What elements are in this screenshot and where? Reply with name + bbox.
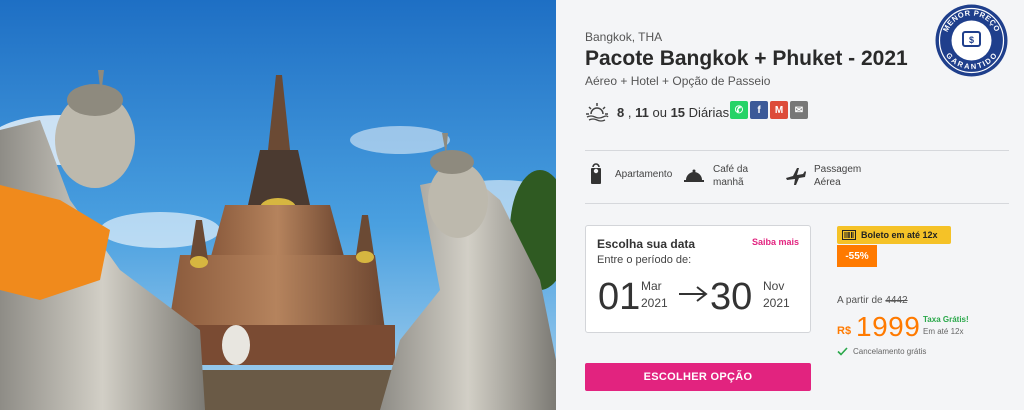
start-year: 2021 [641,296,668,310]
start-month: Mar [641,279,662,293]
whatsapp-share-icon[interactable]: ✆ [730,101,748,119]
installments-label: Em até 12x [923,327,964,336]
date-picker-box[interactable]: Escolha sua data Saiba mais Entre o perí… [585,225,811,333]
current-price: 1999 [856,311,921,342]
facebook-share-icon[interactable]: f [750,101,768,119]
cloche-icon [684,169,704,182]
free-cancellation: Cancelamento grátis [837,347,926,356]
share-buttons: ✆ f M ✉ [730,101,808,119]
package-title[interactable]: Pacote Bangkok + Phuket - 2021 [585,47,908,71]
arrow-right-icon [679,286,708,302]
old-price: 4442 [885,295,908,306]
barcode-ticket-icon [842,230,856,240]
door-hanger-icon [591,163,601,184]
email-share-icon[interactable]: ✉ [790,101,808,119]
diaria-option-8[interactable]: 8 [617,105,624,120]
feature-label: Apartamento [615,168,673,180]
menor-preco-garantido-seal: $ MENOR PREÇO GARANTIDO [935,4,1008,77]
date-heading: Escolha sua data [597,237,696,251]
package-info-panel: Bangkok, THA Pacote Bangkok + Phuket - 2… [556,0,1024,410]
divider [585,150,1009,151]
gmail-share-icon[interactable]: M [770,101,788,119]
choose-option-button[interactable]: ESCOLHER OPÇÃO [585,363,811,391]
boleto-badge: Boleto em até 12x [837,226,951,244]
end-year: 2021 [763,296,790,310]
location-label: Bangkok, THA [585,30,663,44]
destination-photo[interactable] [0,0,556,410]
discount-badge: -55% [837,245,877,267]
feature-cafe: Café da manhã [683,163,748,189]
from-price-label: A partir de 4442 [837,295,908,306]
package-card: Bangkok, THA Pacote Bangkok + Phuket - 2… [0,0,1024,410]
airplane-icon [786,168,806,185]
package-subtitle: Aéreo + Hotel + Opção de Passeio [585,74,771,88]
start-day: 01 [598,276,641,318]
saiba-mais-link[interactable]: Saiba mais [752,237,799,247]
divider [585,203,1009,204]
check-icon [837,347,848,356]
feature-passagem: Passagem Aérea [784,163,861,189]
diaria-option-11[interactable]: 11 [635,105,649,120]
end-day: 30 [710,276,753,318]
sunset-icon [586,103,609,122]
diaria-option-15[interactable]: 15 [671,105,685,120]
feature-apartamento: Apartamento [585,163,672,185]
diarias-options: 8 , 11 ou 15 Diárias [585,100,729,124]
svg-text:$: $ [969,35,974,45]
tax-free-label: Taxa Grátis! [923,315,969,324]
currency-symbol: R$ [837,325,852,337]
end-month: Nov [763,279,785,293]
period-label: Entre o período de: [597,254,692,266]
temple-photo-image [0,0,556,410]
diarias-label: Diárias [688,104,730,120]
